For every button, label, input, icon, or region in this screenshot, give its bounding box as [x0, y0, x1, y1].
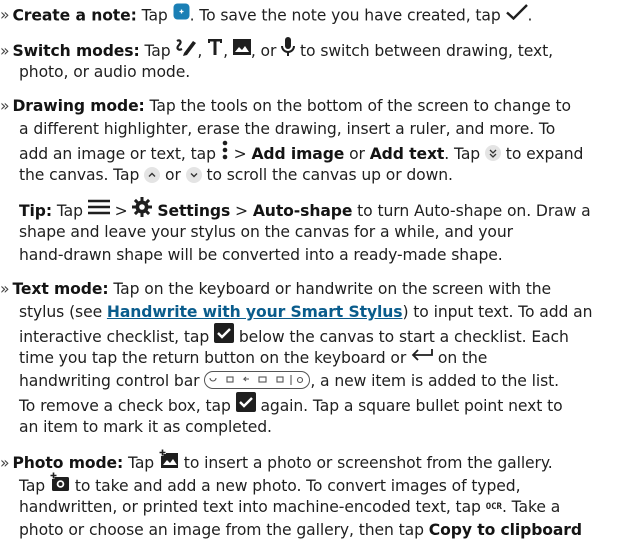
- text: photo or choose an image from the galler…: [19, 521, 429, 539]
- drawing-mode-heading: Drawing mode:: [12, 97, 145, 115]
- text: ) to input text. To add an: [402, 303, 593, 321]
- tip-line-2: shape and leave your stylus on the canva…: [19, 223, 513, 241]
- text: Tap: [19, 476, 50, 495]
- gear-icon: [132, 197, 153, 224]
- text: time you tap the return button on the ke…: [19, 349, 412, 367]
- create-note-line: » Create a note: Tap . To save the note y…: [0, 3, 533, 28]
- text: or: [344, 144, 370, 163]
- scroll-up-icon: [144, 166, 161, 183]
- return-arrow-icon: [411, 346, 433, 369]
- photo-mode-icon: [232, 39, 251, 62]
- checkmark-icon: [505, 3, 528, 27]
- menu-icon: [87, 199, 110, 222]
- ocr-icon: OCR: [485, 502, 502, 513]
- tip-heading: Tip:: [19, 201, 52, 220]
- text: below the canvas to start a checklist. E…: [234, 327, 569, 346]
- text: >: [109, 201, 133, 220]
- text: >: [228, 144, 252, 163]
- bullet: »: [0, 97, 10, 115]
- microphone-icon: [281, 37, 296, 64]
- text: stylus (see: [19, 303, 107, 321]
- text: to switch between drawing, text,: [295, 41, 553, 60]
- auto-shape-label: Auto-shape: [252, 201, 353, 220]
- text: to insert a photo or screenshot from the…: [178, 453, 553, 472]
- drawing-mode-line-2: a different highlighter, erase the drawi…: [19, 120, 556, 138]
- handwriting-control-bar-icon: [204, 370, 311, 389]
- drawing-mode-icon: [175, 38, 197, 63]
- text: handwritten, or printed text into machin…: [19, 498, 486, 516]
- text: or: [160, 166, 186, 184]
- switch-modes-line-2: photo, or audio mode.: [19, 63, 191, 81]
- text: To remove a check box, tap: [19, 396, 236, 415]
- new-note-plus-icon: [173, 3, 190, 27]
- text: , or: [250, 41, 282, 60]
- help-document: » Create a note: Tap . To save the note y…: [0, 0, 621, 545]
- drawing-mode-line: » Drawing mode: Tap the tools on the bott…: [0, 95, 571, 118]
- scroll-down-icon: [185, 166, 202, 183]
- bullet: »: [0, 280, 10, 298]
- text: ,: [197, 41, 208, 60]
- photo-mode-heading: Photo mode:: [12, 453, 124, 472]
- settings-label: Settings: [157, 201, 231, 220]
- photo-mode-line-3: handwritten, or printed text into machin…: [19, 496, 560, 519]
- checkbox-icon: [235, 392, 256, 419]
- add-image-icon: [158, 449, 179, 476]
- tip-line-3: hand-drawn shape will be converted into …: [19, 246, 503, 264]
- create-note-heading: Create a note:: [12, 6, 137, 25]
- text-mode-line-7: an item to mark it as completed.: [19, 418, 272, 436]
- text: Tap: [139, 41, 176, 60]
- copy-to-clipboard-label: Copy to clipboard: [428, 521, 582, 539]
- text-mode-line: » Text mode: Tap on the keyboard or handw…: [0, 278, 551, 301]
- text: add an image or text, tap: [19, 144, 221, 163]
- checkbox-icon: [214, 323, 234, 350]
- text-mode-line-2: stylus (see Handwrite with your Smart St…: [19, 301, 592, 324]
- add-text-label: Add text: [369, 144, 445, 163]
- text: on the: [433, 349, 488, 367]
- text: , a new item is added to the list.: [310, 372, 559, 390]
- text: Tap: [136, 6, 173, 25]
- text: to take and add a new photo. To convert …: [69, 476, 521, 495]
- text: interactive checklist, tap: [19, 327, 214, 346]
- drawing-mode-line-4: the canvas. Tap or to scroll the canvas …: [19, 164, 453, 187]
- text: ,: [223, 41, 233, 60]
- period: .: [527, 6, 533, 25]
- text-mode-line-5: handwriting control bar , a new item is …: [19, 370, 559, 393]
- more-options-icon: [221, 140, 229, 167]
- bullet: »: [0, 6, 10, 25]
- text: to turn Auto-shape on. Draw a: [352, 201, 591, 220]
- text: . To save the note you have created, tap: [189, 6, 506, 25]
- text: to scroll the canvas up or down.: [201, 166, 453, 184]
- text: >: [230, 201, 253, 220]
- bullet: »: [0, 41, 10, 60]
- expand-canvas-icon: [484, 145, 501, 162]
- text: Tap on the keyboard or handwrite on the …: [108, 280, 552, 298]
- handwrite-smart-stylus-link[interactable]: Handwrite with your Smart Stylus: [107, 303, 403, 321]
- switch-modes-heading: Switch modes:: [12, 41, 140, 60]
- text-mode-line-4: time you tap the return button on the ke…: [19, 347, 487, 370]
- text: . Take a: [501, 498, 561, 516]
- bullet: »: [0, 453, 10, 472]
- photo-mode-line-4: photo or choose an image from the galler…: [19, 519, 582, 542]
- text-mode-heading: Text mode:: [12, 280, 109, 298]
- add-image-label: Add image: [251, 144, 345, 163]
- add-camera-icon: [49, 472, 70, 499]
- text: Tap: [123, 453, 159, 472]
- text: the canvas. Tap: [19, 166, 145, 184]
- text: Tap the tools on the bottom of the scree…: [144, 97, 571, 115]
- text: Tap: [51, 201, 88, 220]
- text-mode-icon: [207, 38, 223, 63]
- text: again. Tap a square bullet point next to: [255, 396, 563, 415]
- text: . Tap: [444, 144, 485, 163]
- text: to expand: [500, 144, 584, 163]
- text: handwriting control bar: [19, 372, 205, 390]
